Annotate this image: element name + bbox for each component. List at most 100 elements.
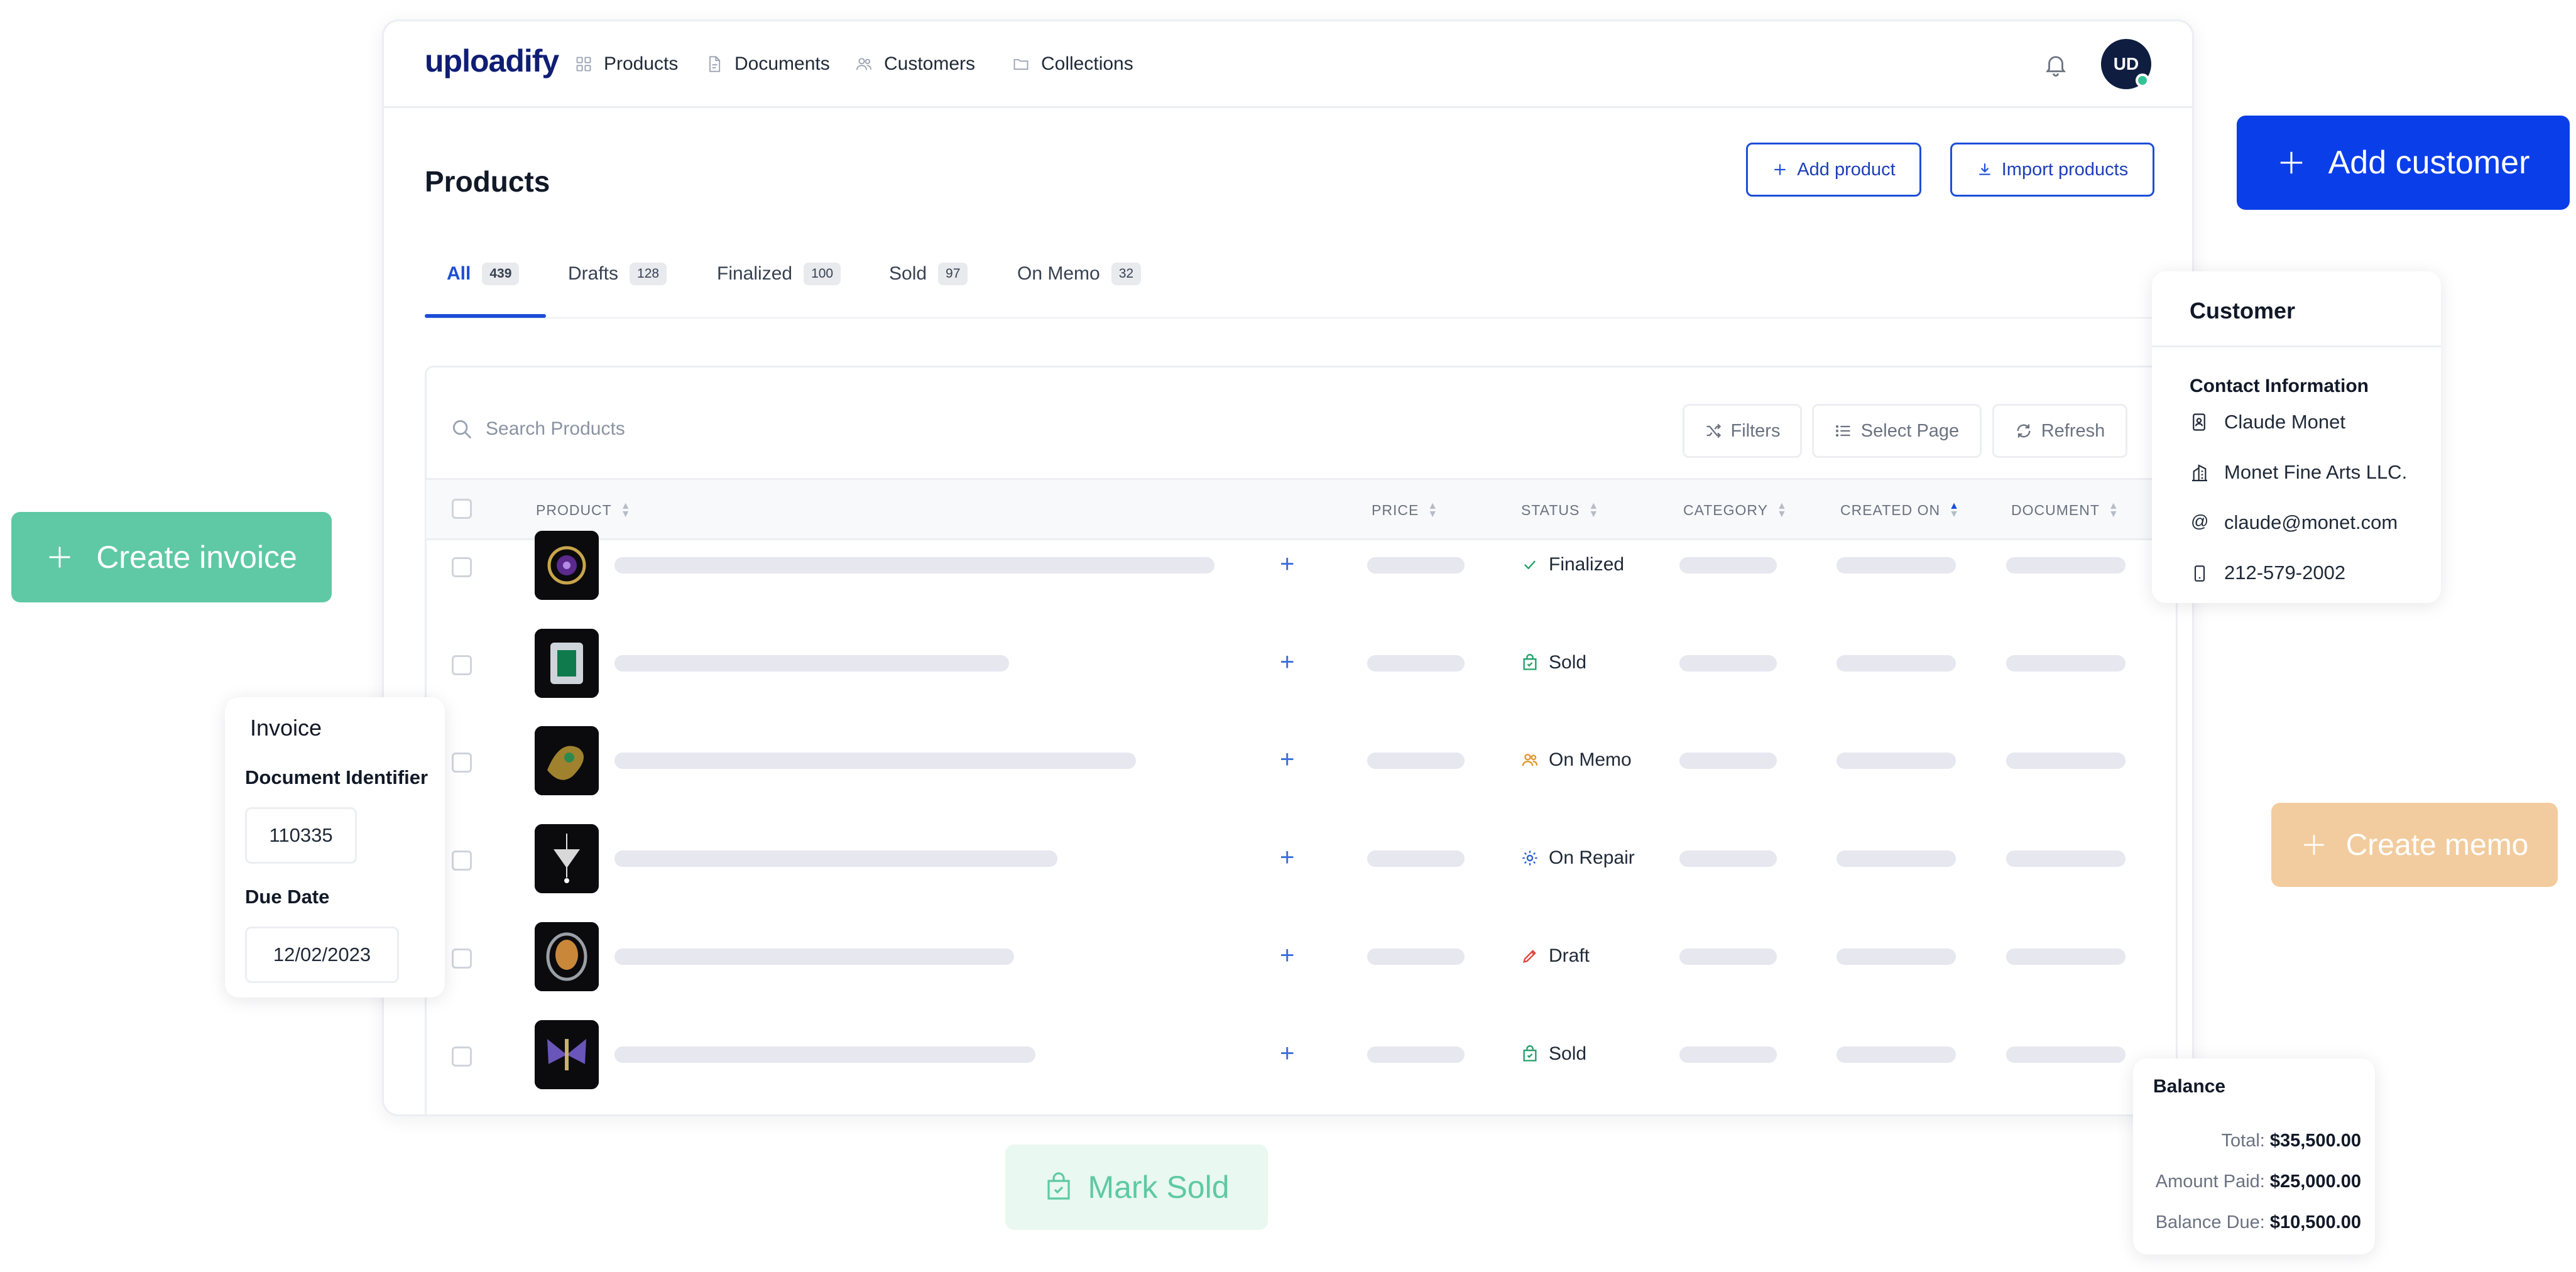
download-icon (1979, 163, 1990, 175)
import-products-label: Import products (2001, 159, 2129, 180)
row-checkbox[interactable] (452, 851, 472, 871)
product-thumbnail[interactable] (535, 824, 599, 893)
import-products-button[interactable]: Import products (1950, 143, 2154, 197)
category-placeholder (1679, 753, 1777, 769)
product-thumbnail[interactable] (535, 922, 599, 991)
plus-icon (2280, 151, 2302, 174)
app-window: uploadify Products Documents Customers C… (382, 19, 2194, 1116)
column-header-document[interactable]: DOCUMENT ▲ ▼ (2011, 501, 2119, 519)
column-label: DOCUMENT (2011, 502, 2100, 518)
nav-item-documents[interactable]: Documents (706, 49, 830, 79)
product-thumbnail[interactable] (535, 1020, 599, 1089)
tab-count-badge: 439 (482, 263, 520, 285)
refresh-button[interactable]: Refresh (1992, 404, 2127, 458)
created-on-placeholder (1836, 557, 1956, 573)
mark-sold-button[interactable]: Mark Sold (1005, 1144, 1268, 1230)
users-icon (1522, 754, 1538, 766)
row-checkbox[interactable] (452, 655, 472, 675)
column-header-status[interactable]: STATUS ▲ ▼ (1521, 501, 1599, 519)
balance-paid-row: Amount Paid: $25,000.00 (2156, 1171, 2361, 1192)
due-date-field[interactable]: 12/02/2023 (245, 927, 399, 983)
add-to-document-button[interactable]: + (1280, 552, 1294, 577)
add-to-document-button[interactable]: + (1280, 747, 1294, 772)
product-name-placeholder (614, 753, 1136, 769)
total-value: $35,500.00 (2269, 1131, 2361, 1151)
filters-button[interactable]: Filters (1683, 404, 1802, 458)
status-label: Sold (1549, 1043, 1587, 1064)
nav-item-customers[interactable]: Customers (855, 49, 975, 79)
add-to-document-button[interactable]: + (1280, 943, 1294, 968)
add-customer-button[interactable]: Add customer (2237, 116, 2570, 210)
logo[interactable]: uploadify (425, 43, 559, 79)
plus-icon (1774, 164, 1786, 175)
search-input[interactable] (484, 410, 685, 448)
select-page-button[interactable]: Select Page (1812, 404, 1982, 458)
status-label: On Repair (1549, 847, 1635, 868)
create-memo-button[interactable]: Create memo (2271, 803, 2558, 887)
tab-all[interactable]: All 439 (447, 255, 520, 293)
created-on-placeholder (1836, 1046, 1956, 1063)
column-label: CATEGORY (1683, 502, 1768, 518)
balance-due-value: $10,500.00 (2269, 1212, 2361, 1232)
select-all-checkbox[interactable] (452, 499, 472, 519)
column-header-created-on[interactable]: CREATED ON ▲ ▼ (1840, 501, 1960, 519)
status-badge: On Memo (1521, 749, 1632, 771)
row-checkbox[interactable] (452, 949, 472, 969)
create-invoice-button[interactable]: Create invoice (11, 512, 332, 602)
customer-phone[interactable]: 212-579-2002 (2224, 562, 2345, 584)
row-checkbox[interactable] (452, 1046, 472, 1067)
document-placeholder (2006, 655, 2126, 671)
building-icon (2192, 464, 2207, 482)
row-checkbox[interactable] (452, 557, 472, 577)
tab-label: Finalized (717, 263, 793, 284)
amount-paid-value: $25,000.00 (2269, 1171, 2361, 1192)
customer-name: Claude Monet (2224, 411, 2346, 433)
nav-item-collections[interactable]: Collections (1012, 49, 1133, 79)
pencil-icon (1523, 950, 1536, 963)
balance-card: Balance Total: $35,500.00 Amount Paid: $… (2133, 1058, 2375, 1254)
check-icon (1524, 560, 1536, 570)
tab-sold[interactable]: Sold 97 (889, 255, 968, 293)
tab-finalized[interactable]: Finalized 100 (717, 255, 841, 293)
invoice-card-title: Invoice (250, 715, 322, 741)
product-thumbnail[interactable] (535, 629, 599, 698)
add-to-document-button[interactable]: + (1280, 845, 1294, 870)
product-name-placeholder (614, 1046, 1035, 1063)
add-product-button[interactable]: Add product (1746, 143, 1921, 197)
tab-divider (425, 317, 2156, 318)
document-identifier-field[interactable]: 110335 (245, 807, 357, 864)
tab-drafts[interactable]: Drafts 128 (568, 255, 667, 293)
tab-count-badge: 100 (804, 263, 841, 285)
product-thumbnail[interactable] (535, 531, 599, 600)
document-placeholder (2006, 1046, 2126, 1063)
customer-card: Customer Contact Information Claude Mone… (2152, 271, 2441, 603)
product-thumbnail[interactable] (535, 726, 599, 795)
nav-item-label: Products (604, 53, 679, 74)
add-customer-label: Add customer (2328, 144, 2530, 181)
customer-email[interactable]: claude@monet.com (2224, 511, 2398, 534)
tab-on-memo[interactable]: On Memo 32 (1017, 255, 1142, 293)
online-status-dot (2136, 73, 2149, 87)
sort-icon: ▲ ▼ (1427, 500, 1439, 519)
tab-label: Drafts (568, 263, 619, 284)
product-name-placeholder (614, 557, 1214, 573)
bag-icon (1523, 654, 1537, 670)
category-placeholder (1679, 851, 1777, 867)
price-placeholder (1367, 557, 1465, 573)
document-placeholder (2006, 753, 2126, 769)
column-header-price[interactable]: PRICE ▲ ▼ (1372, 500, 1439, 519)
add-to-document-button[interactable]: + (1280, 650, 1294, 675)
column-header-category[interactable]: CATEGORY ▲ ▼ (1683, 501, 1787, 519)
due-date-label: Due Date (245, 886, 330, 908)
bell-icon[interactable] (2043, 52, 2069, 78)
create-invoice-label: Create invoice (96, 540, 297, 575)
refresh-icon (2017, 424, 2031, 438)
row-checkbox[interactable] (452, 753, 472, 773)
invoice-card: Invoice Document Identifier 110335 Due D… (225, 697, 445, 997)
add-to-document-button[interactable]: + (1280, 1041, 1294, 1066)
column-label: PRODUCT (536, 502, 612, 518)
column-header-product[interactable]: PRODUCT ▲ ▼ (536, 501, 631, 519)
list-icon (1835, 425, 1850, 437)
nav-item-products[interactable]: Products (575, 49, 678, 79)
plus-icon (2303, 835, 2324, 855)
